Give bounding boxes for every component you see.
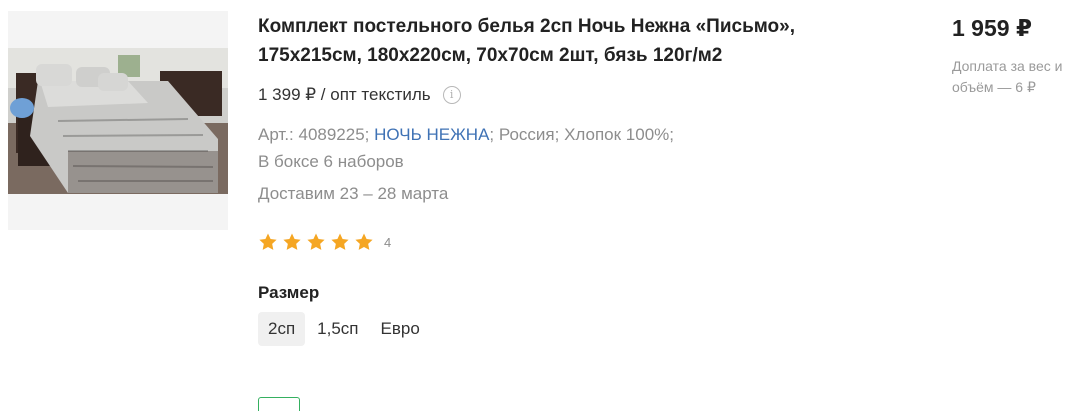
rating[interactable]: 4 — [258, 232, 391, 252]
star-icon — [259, 233, 277, 250]
product-attributes: Арт.: 4089225; НОЧЬ НЕЖНА; Россия; Хлопо… — [258, 121, 674, 148]
box-info: В боксе 6 наборов — [258, 152, 404, 171]
weight-surcharge: Доплата за вес и объём — 6 ₽ — [952, 58, 1063, 95]
country: ; Россия; — [489, 125, 560, 144]
product-image[interactable] — [8, 11, 228, 230]
brand-link[interactable]: НОЧЬ НЕЖНА — [374, 125, 489, 144]
article-number: Арт.: 4089225; — [258, 125, 370, 144]
size-option-euro[interactable]: Евро — [371, 312, 430, 346]
price: 1 959 ₽ — [952, 15, 1032, 41]
product-meta: Арт.: 4089225; НОЧЬ НЕЖНА; Россия; Хлопо… — [258, 121, 674, 175]
star-icon — [331, 233, 349, 250]
add-to-cart-button[interactable] — [258, 397, 300, 411]
size-label: Размер — [258, 283, 320, 302]
material: Хлопок 100%; — [564, 125, 674, 144]
size-option-1-5sp[interactable]: 1,5сп — [307, 312, 368, 346]
info-icon[interactable]: i — [442, 86, 461, 104]
delivery-dates: Доставим 23 – 28 марта — [258, 184, 449, 203]
wholesale-price-text: 1 399 ₽ / опт текстиль — [258, 85, 431, 104]
star-icon — [355, 233, 373, 250]
size-option-2sp[interactable]: 2сп — [258, 312, 306, 346]
product-title[interactable]: Комплект постельного белья 2сп Ночь Нежн… — [258, 12, 878, 70]
star-icon — [307, 233, 325, 250]
wholesale-price: 1 399 ₽ / опт текстиль i — [258, 85, 461, 105]
star-icon — [283, 233, 301, 250]
review-count[interactable]: 4 — [384, 235, 391, 250]
size-selector: 2сп 1,5сп Евро — [258, 312, 432, 346]
